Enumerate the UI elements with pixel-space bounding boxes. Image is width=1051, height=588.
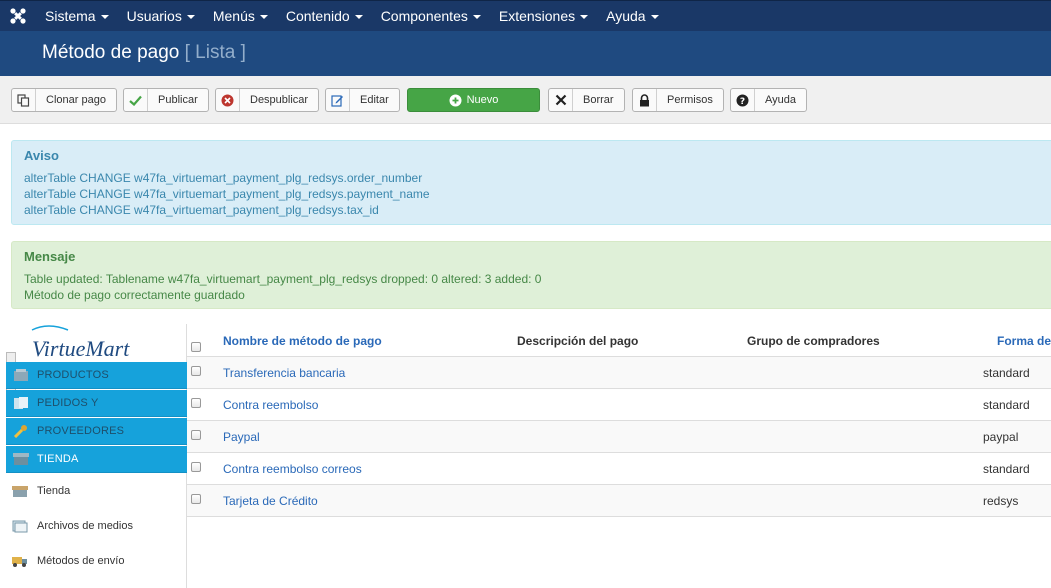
table-row: Transferencia bancaria standard	[187, 357, 1051, 389]
payment-method-name-link[interactable]: Tarjeta de Crédito	[223, 494, 318, 508]
table-row: Contra reembolso standard	[187, 389, 1051, 421]
permissions-button[interactable]: Permisos	[632, 88, 724, 112]
menu-menus[interactable]: Menús	[204, 1, 277, 32]
payment-element: standard	[983, 398, 1030, 412]
virtuemart-sidebar: VirtueMart PRODUCTOS PEDIDOS Y PROVEEDOR…	[6, 324, 187, 588]
sidebar-category-tienda[interactable]: TIENDA	[6, 446, 187, 473]
sidebar-category-pedidos[interactable]: PEDIDOS Y	[6, 390, 187, 417]
column-header-form[interactable]: Forma de	[997, 334, 1051, 348]
payment-element: redsys	[983, 494, 1019, 508]
table-row: Tarjeta de Crédito redsys	[187, 485, 1051, 517]
notice-line: alterTable CHANGE w47fa_virtuemart_payme…	[24, 171, 423, 185]
check-icon	[124, 89, 148, 111]
publish-button[interactable]: Publicar	[123, 88, 209, 112]
orders-icon	[14, 397, 28, 409]
delete-button[interactable]: Borrar	[548, 88, 625, 112]
payment-method-name-link[interactable]: Contra reembolso correos	[223, 462, 362, 476]
toolbar: Clonar pago Publicar Despublicar Editar …	[0, 76, 1051, 124]
table-header-row: Nombre de método de pago Descripción del…	[187, 324, 1051, 357]
plus-circle-icon	[449, 89, 462, 111]
column-header-description: Descripción del pago	[517, 334, 639, 348]
close-icon	[549, 89, 573, 111]
joomla-logo-icon[interactable]	[0, 1, 36, 32]
caret-down-icon	[472, 15, 481, 19]
remove-circle-icon	[216, 89, 240, 111]
message-heading: Mensaje	[24, 249, 76, 264]
menu-ayuda[interactable]: Ayuda	[597, 1, 667, 32]
media-files-icon	[12, 520, 28, 533]
store-icon	[12, 486, 28, 497]
caret-down-icon	[100, 15, 109, 19]
row-checkbox[interactable]	[191, 430, 201, 440]
notice-line: alterTable CHANGE w47fa_virtuemart_payme…	[24, 187, 430, 201]
column-header-shopper-group: Grupo de compradores	[747, 334, 880, 348]
sidebar-item-archivos-medios[interactable]: Archivos de medios	[6, 509, 187, 543]
svg-text:VirtueMart: VirtueMart	[32, 336, 130, 361]
message-line: Método de pago correctamente guardado	[24, 288, 245, 302]
menu-sistema[interactable]: Sistema	[36, 1, 118, 32]
message-line: Table updated: Tablename w47fa_virtuemar…	[24, 272, 542, 286]
caret-down-icon	[354, 15, 363, 19]
payment-method-name-link[interactable]: Paypal	[223, 430, 260, 444]
store-icon	[13, 453, 29, 465]
menu-componentes[interactable]: Componentes	[372, 1, 490, 32]
caret-down-icon	[650, 15, 659, 19]
payment-method-name-link[interactable]: Transferencia bancaria	[223, 366, 345, 380]
caret-down-icon	[186, 15, 195, 19]
page-header: Método de pago [ Lista ]	[0, 31, 1051, 76]
table-row: Paypal paypal	[187, 421, 1051, 453]
edit-icon	[326, 89, 350, 111]
help-button[interactable]: ? Ayuda	[730, 88, 807, 112]
truck-icon	[12, 557, 27, 567]
top-navbar: Sistema Usuarios Menús Contenido Compone…	[0, 0, 1051, 31]
lock-icon	[633, 89, 657, 111]
svg-text:?: ?	[740, 97, 745, 107]
message-alert: Mensaje Table updated: Tablename w47fa_v…	[11, 241, 1051, 309]
notice-line: alterTable CHANGE w47fa_virtuemart_payme…	[24, 203, 379, 217]
row-checkbox[interactable]	[191, 398, 201, 408]
menu-contenido[interactable]: Contenido	[277, 1, 372, 32]
wrench-icon	[13, 425, 27, 438]
menu-extensiones[interactable]: Extensiones	[490, 1, 597, 32]
sidebar-item-metodos-envio[interactable]: Métodos de envío	[6, 544, 187, 578]
caret-down-icon	[259, 15, 268, 19]
virtuemart-logo: VirtueMart	[28, 324, 138, 362]
unpublish-button[interactable]: Despublicar	[215, 88, 320, 112]
payment-element: paypal	[983, 430, 1019, 444]
question-circle-icon: ?	[731, 89, 755, 111]
row-checkbox[interactable]	[191, 462, 201, 472]
payment-element: standard	[983, 366, 1030, 380]
page-subtitle: [ Lista ]	[184, 42, 246, 63]
row-checkbox[interactable]	[191, 494, 201, 504]
payment-method-name-link[interactable]: Contra reembolso	[223, 398, 318, 412]
clone-button[interactable]: Clonar pago	[11, 88, 117, 112]
payment-element: standard	[983, 462, 1030, 476]
caret-down-icon	[580, 15, 589, 19]
sidebar-item-tienda[interactable]: Tienda	[6, 474, 187, 508]
sidebar-category-proveedores[interactable]: PROVEEDORES	[6, 418, 187, 445]
column-header-name[interactable]: Nombre de método de pago	[223, 334, 382, 348]
table-row: Contra reembolso correos standard	[187, 453, 1051, 485]
product-box-icon	[14, 369, 28, 381]
notice-alert: Aviso alterTable CHANGE w47fa_virtuemart…	[11, 140, 1051, 225]
notice-heading: Aviso	[24, 148, 59, 163]
row-checkbox[interactable]	[191, 366, 201, 376]
sidebar-category-productos[interactable]: PRODUCTOS	[6, 362, 187, 389]
copy-icon	[12, 89, 36, 111]
edit-button[interactable]: Editar	[325, 88, 400, 112]
new-button[interactable]: Nuevo	[407, 88, 540, 112]
select-all-checkbox[interactable]	[191, 342, 201, 352]
menu-usuarios[interactable]: Usuarios	[118, 1, 204, 32]
page-title: Método de pago [ Lista ]	[42, 42, 246, 63]
